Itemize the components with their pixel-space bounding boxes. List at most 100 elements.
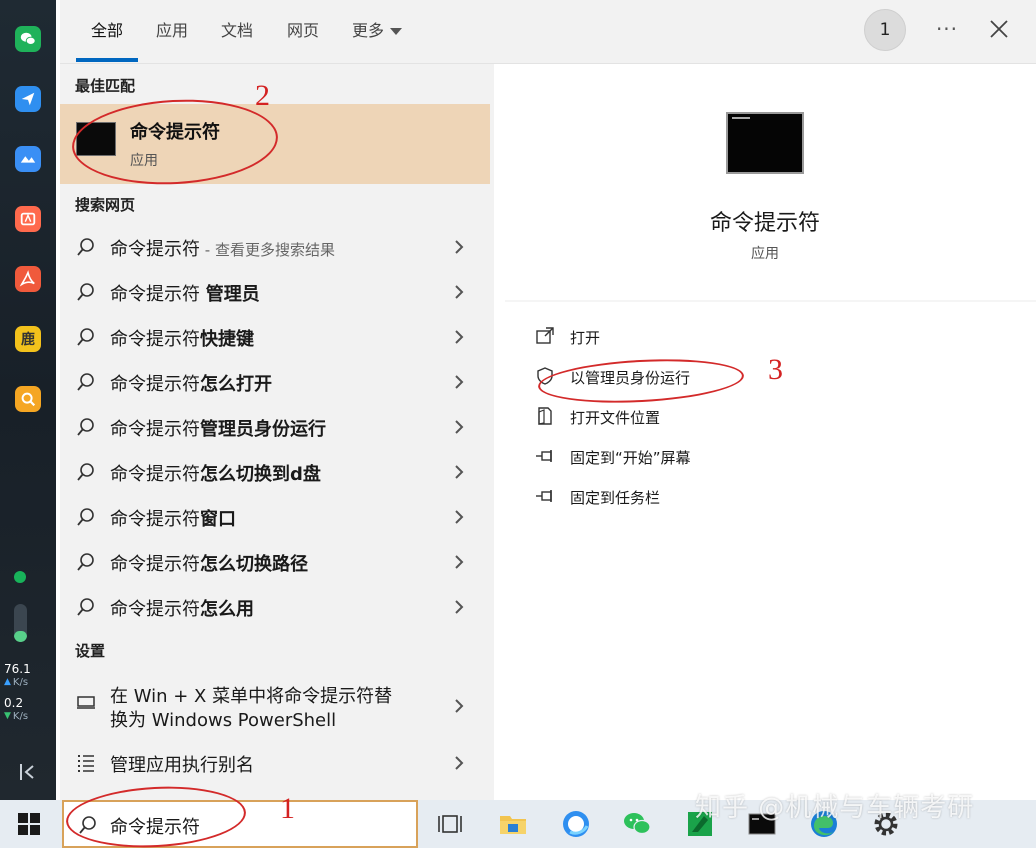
search-icon [77,508,94,526]
web-search-query: 命令提示符 [110,554,200,575]
net-upload-unit: K/s [12,677,29,688]
arrow-up-icon: ▲ [4,677,11,687]
best-match-heading: 最佳匹配 [75,77,136,95]
annotation-number-1: 1 [280,792,295,825]
search-icon [77,283,94,301]
side-dock: 鹿 76.1 ▲ K/s 0.2 ▼ K/s [0,0,56,800]
memory-meter [14,604,27,642]
collapse-icon[interactable] [16,760,40,784]
file-explorer-icon[interactable] [497,808,529,840]
file-location-icon [538,407,552,425]
web-search-text: 命令提示符怎么打开 [110,370,272,396]
annotation-number-2: 2 [255,79,270,112]
action-label: 固定到任务栏 [570,489,661,507]
detail-pane: 命令提示符 应用 打开 以管理员身份运行 打开文件位置 固定到“开始”屏幕 固定… [505,80,1036,800]
web-search-suggestion: 怎么切换到d盘 [200,464,321,485]
settings-item-alias[interactable]: 管理应用执行别名 [60,740,490,785]
wechat-taskbar-icon[interactable] [621,808,653,840]
action-open[interactable]: 打开 [535,322,795,352]
web-search-suggestion: 管理员身份运行 [200,419,326,440]
web-search-item[interactable]: 命令提示符快捷键 [60,314,490,359]
user-badge[interactable]: 1 [864,9,906,51]
pin-icon [536,490,552,502]
net-download-value: 0.2 [4,696,24,710]
action-label: 打开文件位置 [570,409,661,427]
web-search-item[interactable]: 命令提示符 管理员 [60,269,490,314]
action-label: 打开 [570,329,601,347]
web-search-text: 命令提示符 - 查看更多搜索结果 [110,235,335,261]
action-label: 固定到“开始”屏幕 [570,449,691,467]
search-icon [77,418,94,436]
web-search-item[interactable]: 命令提示符 - 查看更多搜索结果 [60,224,490,269]
arrow-down-icon: ▼ [4,711,11,721]
web-search-query: 命令提示符 [110,599,200,620]
tab-bar: 全部 应用 文档 网页 更多 1 ··· [60,0,1036,64]
web-search-suggestion: 怎么打开 [200,374,272,395]
pdf-icon[interactable] [15,266,41,292]
chevron-right-icon [455,510,464,524]
web-search-suggestion: 窗口 [200,509,236,530]
web-search-text: 命令提示符快捷键 [110,325,254,351]
annotation-number-3: 3 [768,353,783,386]
action-pin-to-start[interactable]: 固定到“开始”屏幕 [535,442,795,472]
web-search-text: 命令提示符管理员身份运行 [110,415,326,441]
dictionary-icon[interactable]: 鹿 [15,326,41,352]
settings-item-powershell[interactable]: 在 Win + X 菜单中将命令提示符替 换为 Windows PowerShe… [60,672,490,742]
web-search-text: 命令提示符怎么切换到d盘 [110,460,321,486]
web-search-query: 命令提示符 [110,329,200,350]
settings-item-label: 管理应用执行别名 [110,755,254,776]
web-search-item[interactable]: 命令提示符怎么用 [60,584,490,629]
tab-all[interactable]: 全部 [91,20,123,44]
web-search-query: 命令提示符 [110,419,200,440]
send-icon[interactable] [15,86,41,112]
web-search-query: 命令提示符 [110,374,200,395]
wechat-icon[interactable] [15,26,41,52]
web-search-text: 命令提示符 管理员 [110,280,260,306]
web-search-text: 命令提示符窗口 [110,505,236,531]
close-icon[interactable] [984,14,1014,44]
chevron-right-icon [455,420,464,434]
web-search-hint: - 查看更多搜索结果 [200,241,335,259]
pin-icon [536,450,552,462]
web-search-query: 命令提示符 [110,464,200,485]
browser-icon[interactable] [560,808,592,840]
chevron-right-icon [455,375,464,389]
web-search-text: 命令提示符怎么用 [110,595,254,621]
tab-more[interactable]: 更多 [352,20,403,44]
web-search-item[interactable]: 命令提示符怎么打开 [60,359,490,404]
laptop-icon [77,696,95,709]
web-search-query: 命令提示符 [110,509,200,530]
settings-heading: 设置 [75,642,106,660]
settings-item-line2: 换为 Windows PowerShell [110,710,337,731]
search-app-icon[interactable] [15,386,41,412]
tab-active-indicator [76,58,138,62]
action-pin-to-taskbar[interactable]: 固定到任务栏 [535,482,795,512]
detail-subtitle: 应用 [751,246,779,262]
task-view-icon[interactable] [434,808,466,840]
search-icon [77,373,94,391]
web-search-item[interactable]: 命令提示符怎么切换到d盘 [60,449,490,494]
action-open-file-location[interactable]: 打开文件位置 [535,402,795,432]
windows-start-icon[interactable] [18,813,40,835]
tab-apps[interactable]: 应用 [156,20,188,44]
web-search-suggestion: 怎么切换路径 [200,554,308,575]
net-download: 0.2 ▼ K/s [4,697,52,723]
web-search-query: 命令提示符 [110,239,200,260]
net-upload-value: 76.1 [4,662,31,676]
search-icon [77,598,94,616]
cloud-drive-icon[interactable] [15,146,41,172]
ellipsis-icon[interactable]: ··· [932,14,962,44]
chevron-right-icon [455,756,464,770]
net-upload: 76.1 ▲ K/s [4,663,52,689]
search-icon [77,553,94,571]
web-search-suggestion: 怎么用 [200,599,254,620]
tab-web[interactable]: 网页 [287,20,319,44]
web-search-item[interactable]: 命令提示符怎么切换路径 [60,539,490,584]
search-icon [77,463,94,481]
web-search-suggestion: 管理员 [205,284,260,305]
caret-down-icon [390,28,403,35]
web-search-item[interactable]: 命令提示符窗口 [60,494,490,539]
web-search-item[interactable]: 命令提示符管理员身份运行 [60,404,490,449]
translate-icon[interactable] [15,206,41,232]
tab-documents[interactable]: 文档 [221,20,253,44]
